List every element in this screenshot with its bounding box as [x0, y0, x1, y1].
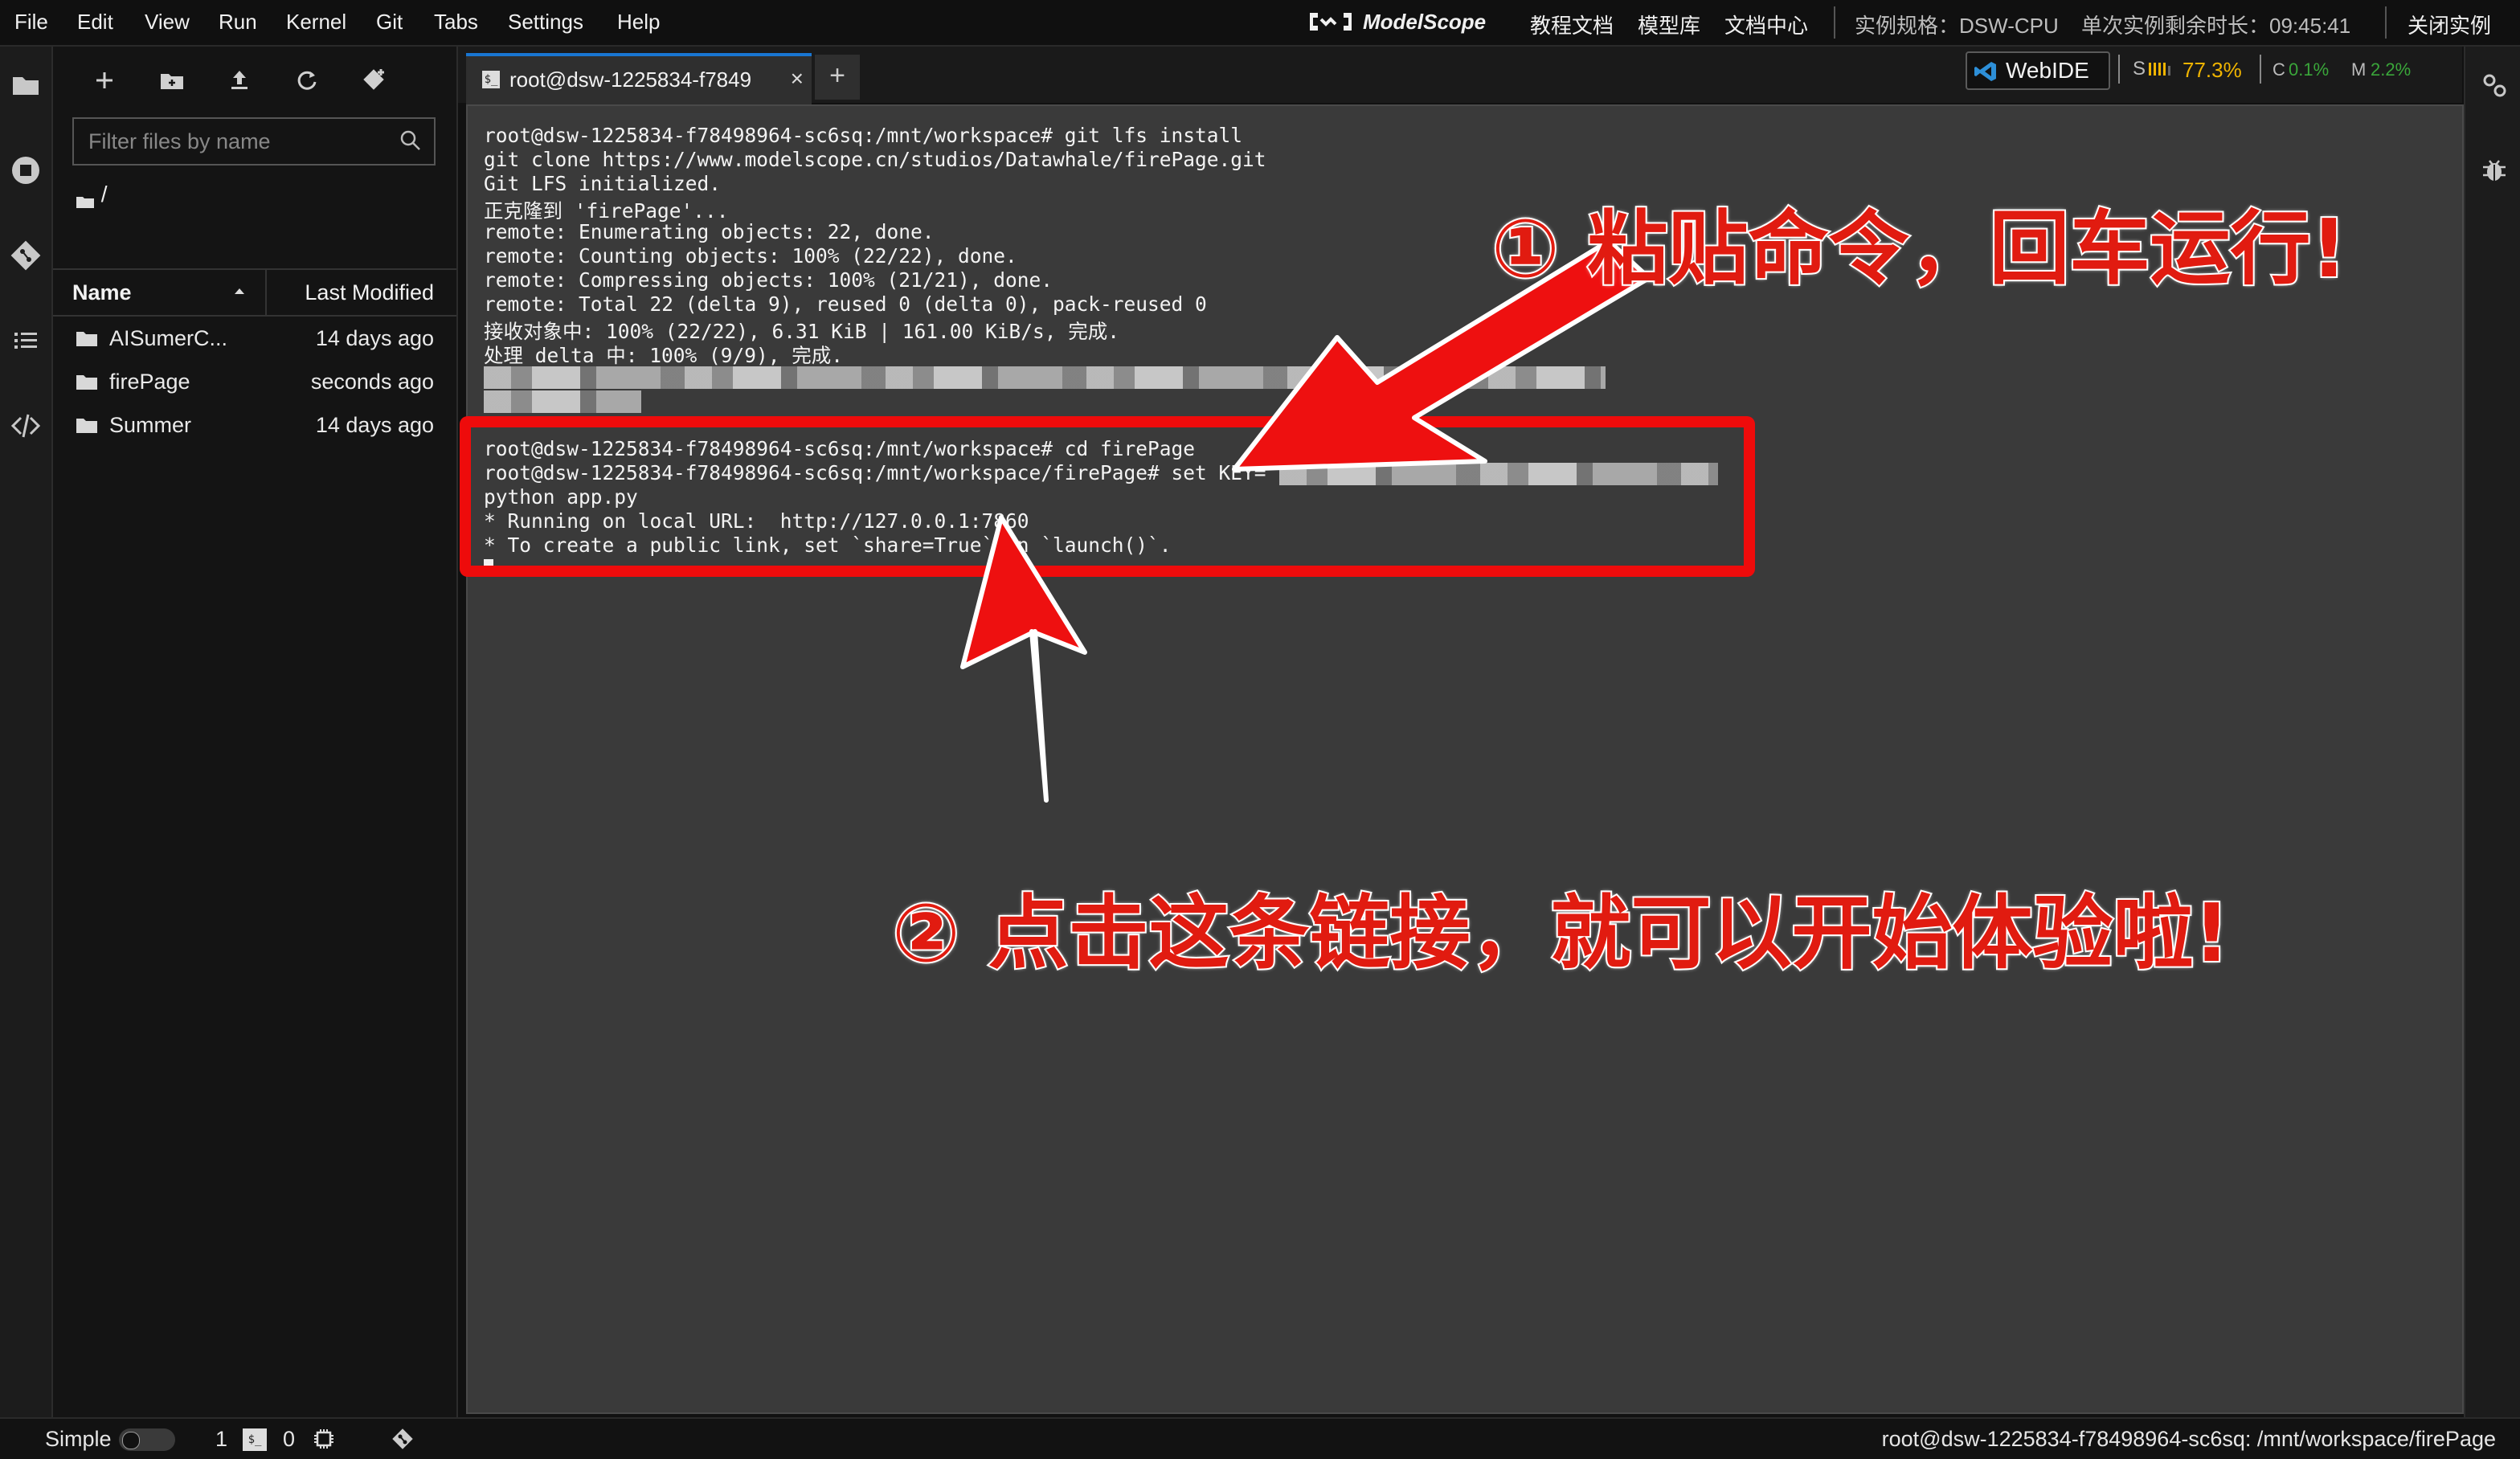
step2-annotation: ② 点击这条链接，就可以开始体验啦! — [890, 885, 2232, 982]
arrow-to-link — [960, 515, 1087, 803]
step1-annotation: ① 粘贴命令，回车运行! — [1490, 200, 2349, 297]
